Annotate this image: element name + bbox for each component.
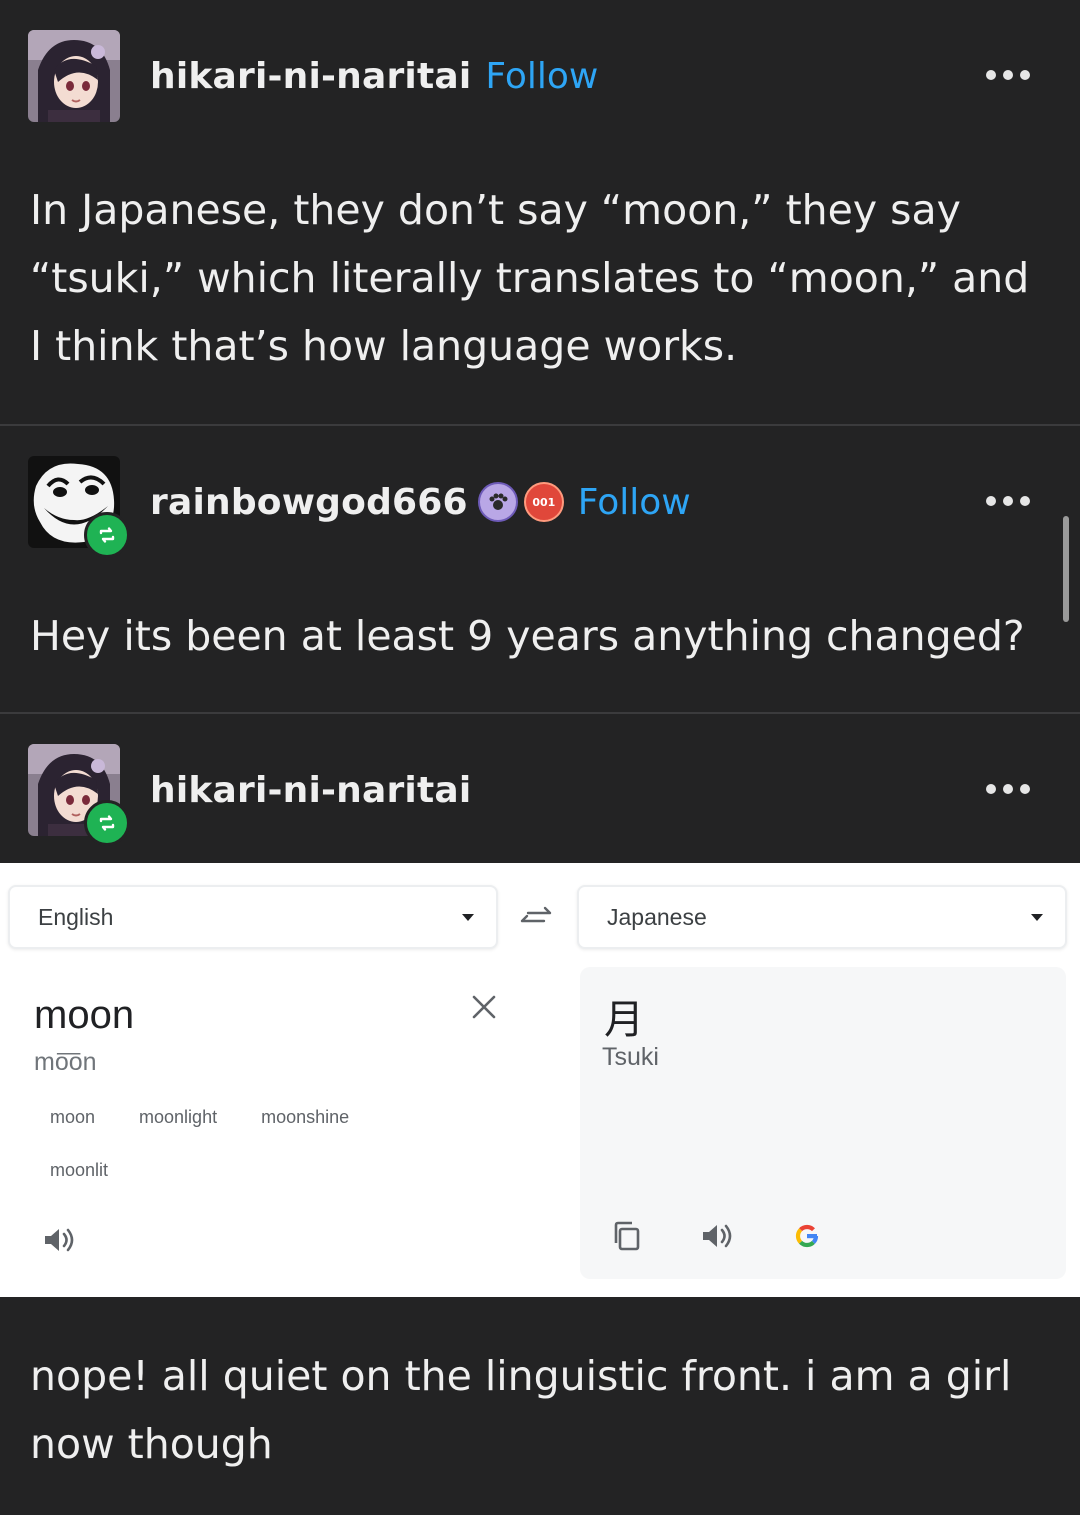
post-original: hikari-ni-naritai Follow In Japanese, th… xyxy=(0,0,1080,424)
translation-output-panel: 月 Tsuki xyxy=(580,967,1066,1279)
google-logo-icon[interactable] xyxy=(790,1219,824,1253)
post-text: In Japanese, they don’t say “moon,” they… xyxy=(30,186,1030,370)
translated-text: 月 xyxy=(604,997,644,1043)
reblog-icon xyxy=(84,512,130,558)
post-header: rainbowgod666 001 Follow xyxy=(28,454,691,558)
chevron-down-icon xyxy=(1031,913,1043,921)
avatar[interactable] xyxy=(28,30,120,122)
avatar-anime-girl-icon xyxy=(28,30,120,122)
speaker-icon[interactable] xyxy=(700,1221,734,1251)
avatar[interactable] xyxy=(28,456,130,558)
output-actions xyxy=(610,1219,824,1253)
post-header: hikari-ni-naritai Follow xyxy=(28,28,598,124)
more-options-icon[interactable] xyxy=(986,70,1030,80)
copy-icon[interactable] xyxy=(610,1219,644,1253)
source-language-label: English xyxy=(38,903,114,930)
username[interactable]: hikari-ni-naritai xyxy=(150,770,471,811)
translated-romanization: Tsuki xyxy=(602,1043,659,1071)
suggestion-chips: moon moonlight moonshine moonlit xyxy=(34,1099,394,1189)
source-language-select[interactable]: English xyxy=(8,885,498,949)
clear-text-icon[interactable] xyxy=(468,991,500,1023)
google-translate-card: English Japanese moon mo͞on moon moonlig… xyxy=(0,863,1080,1297)
user-badges: 001 xyxy=(477,482,564,522)
suggestion-chip[interactable]: moonlit xyxy=(34,1152,124,1189)
post-reblog-question: rainbowgod666 001 Follow Hey its been at… xyxy=(0,426,1080,712)
follow-button[interactable]: Follow xyxy=(578,482,691,523)
post-text: Hey its been at least 9 years anything c… xyxy=(30,612,1025,660)
source-phonetic: mo͞on xyxy=(34,1048,97,1076)
target-language-label: Japanese xyxy=(607,903,707,930)
post-text: nope! all quiet on the linguistic front.… xyxy=(30,1352,1012,1468)
speaker-icon[interactable] xyxy=(42,1225,76,1255)
source-text[interactable]: moon xyxy=(34,993,134,1038)
more-options-icon[interactable] xyxy=(986,784,1030,794)
more-options-icon[interactable] xyxy=(986,496,1030,506)
username[interactable]: hikari-ni-naritai xyxy=(150,56,471,97)
chevron-down-icon xyxy=(462,913,474,921)
tumblr-thread: hikari-ni-naritai Follow In Japanese, th… xyxy=(0,0,1080,1515)
reblog-icon xyxy=(84,800,130,846)
scrollbar[interactable] xyxy=(1063,516,1069,622)
paw-badge-icon[interactable] xyxy=(477,482,518,522)
suggestion-chip[interactable]: moonlight xyxy=(123,1099,233,1136)
suggestion-chip[interactable]: moon xyxy=(34,1099,111,1136)
follow-button[interactable]: Follow xyxy=(485,56,598,97)
avatar[interactable] xyxy=(28,744,130,846)
swap-languages-icon[interactable] xyxy=(518,903,554,931)
post-header: hikari-ni-naritai xyxy=(28,742,471,846)
suggestion-chip[interactable]: moonshine xyxy=(245,1099,365,1136)
seal-badge-icon[interactable]: 001 xyxy=(523,482,564,522)
target-language-select[interactable]: Japanese xyxy=(577,885,1067,949)
username[interactable]: rainbowgod666 xyxy=(150,482,468,523)
